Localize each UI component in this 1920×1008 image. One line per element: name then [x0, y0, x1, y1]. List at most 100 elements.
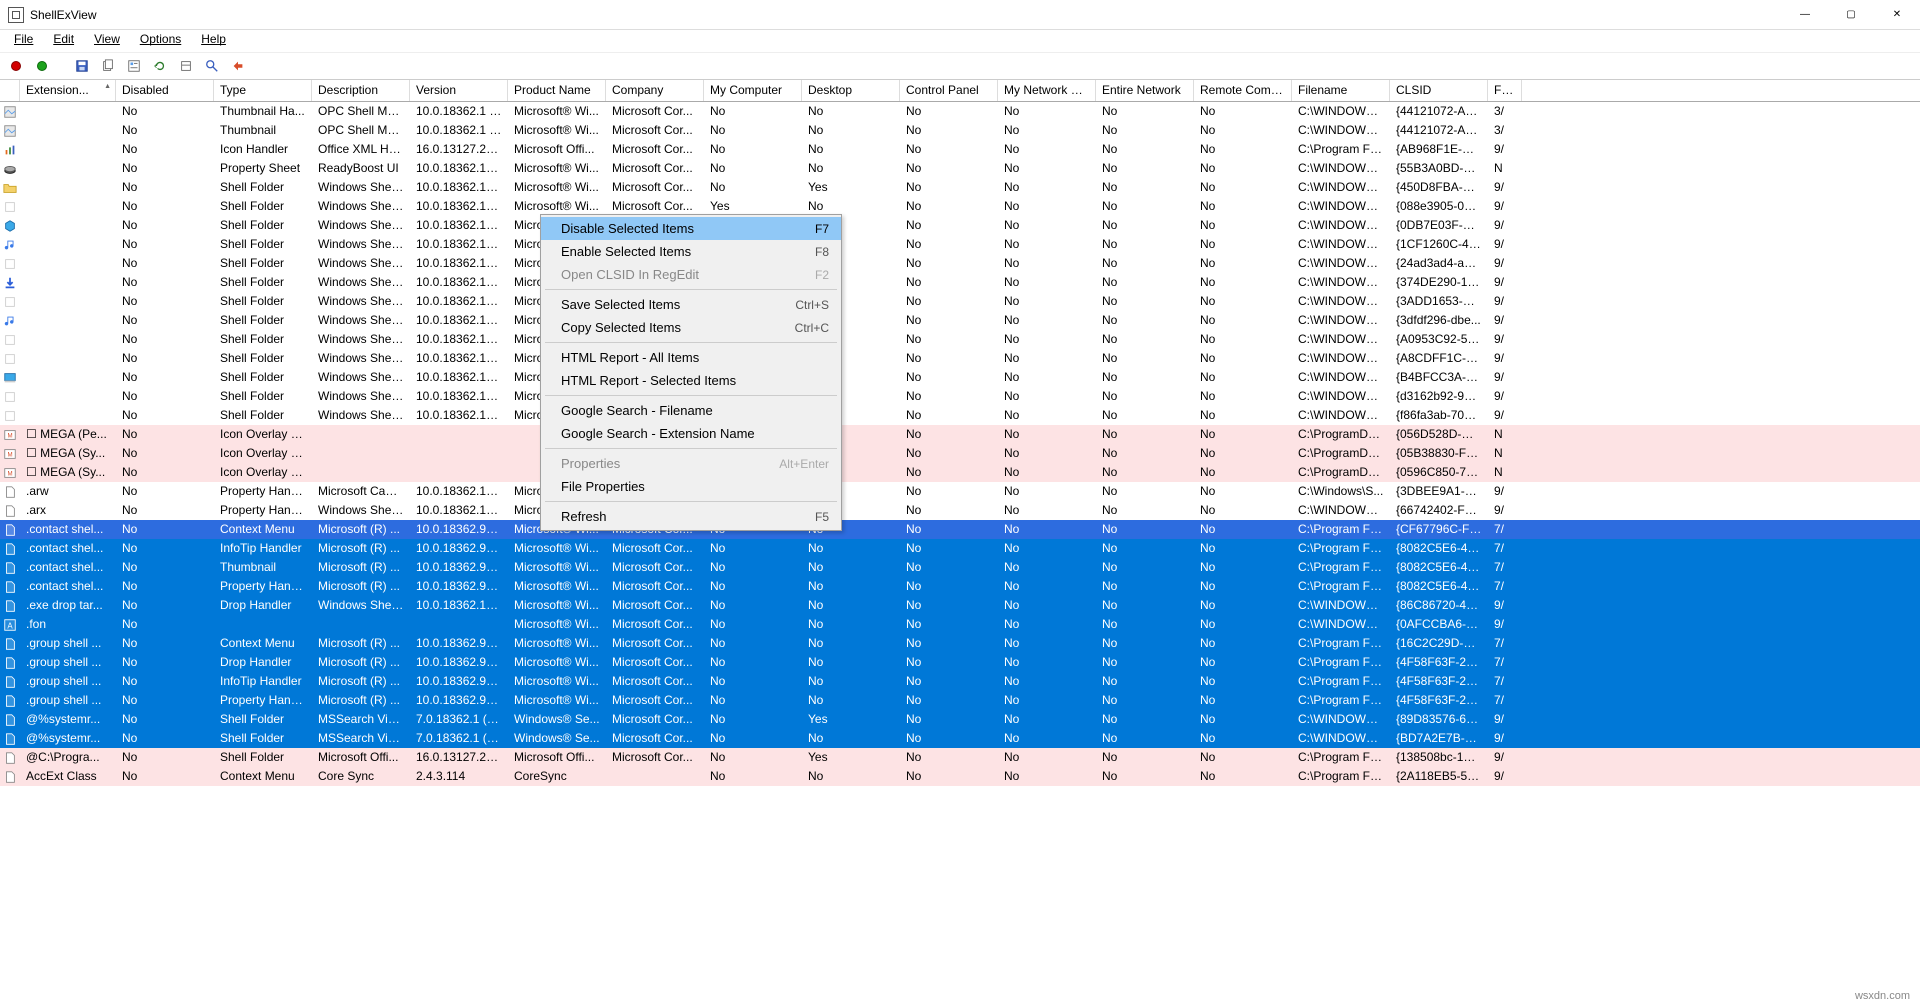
cell: C:\ProgramDa... [1292, 425, 1390, 444]
table-row[interactable]: NoProperty SheetReadyBoost UI10.0.18362.… [0, 159, 1920, 178]
context-menu-item[interactable]: Enable Selected ItemsF8 [541, 240, 841, 263]
table-row[interactable]: @%systemr...NoShell FolderMSSearch Vist.… [0, 729, 1920, 748]
table-row[interactable]: NoShell FolderWindows Shell...10.0.18362… [0, 387, 1920, 406]
column-header[interactable]: Fil... [1488, 80, 1522, 101]
table-row[interactable]: @%systemr...NoShell FolderMSSearch Vist.… [0, 710, 1920, 729]
cell: No [900, 577, 998, 596]
table-row[interactable]: AccExt ClassNoContext MenuCore Sync2.4.3… [0, 767, 1920, 786]
cell: No [1096, 102, 1194, 121]
save-tool-button[interactable] [72, 56, 92, 76]
context-menu-item[interactable]: Google Search - Extension Name [541, 422, 841, 445]
column-header[interactable]: Version [410, 80, 508, 101]
column-header[interactable]: My Computer [704, 80, 802, 101]
table-row[interactable]: NoShell FolderWindows Shell...10.0.18362… [0, 254, 1920, 273]
cell: C:\WINDOWS\... [1292, 311, 1390, 330]
table-row[interactable]: .exe drop tar...NoDrop HandlerWindows Sh… [0, 596, 1920, 615]
table-row[interactable]: .contact shel...NoProperty Hand...Micros… [0, 577, 1920, 596]
table-row[interactable]: NoShell FolderWindows Shell...10.0.18362… [0, 197, 1920, 216]
cell: 7/ [1488, 539, 1522, 558]
table-row[interactable]: NoShell FolderWindows Shell...10.0.18362… [0, 311, 1920, 330]
menu-help[interactable]: Help [193, 30, 234, 52]
table-row[interactable]: .contact shel...NoInfoTip HandlerMicroso… [0, 539, 1920, 558]
column-header[interactable]: Control Panel [900, 80, 998, 101]
menu-file[interactable]: File [6, 30, 41, 52]
cell: {3dfdf296-dbe... [1390, 311, 1488, 330]
cell: 10.0.18362.107... [410, 311, 508, 330]
table-row[interactable]: .arxNoProperty Hand...Windows Shell...10… [0, 501, 1920, 520]
cell: C:\WINDOWS\... [1292, 197, 1390, 216]
table-row[interactable]: NoShell FolderWindows Shell...10.0.18362… [0, 349, 1920, 368]
properties-tool-button[interactable] [124, 56, 144, 76]
column-header[interactable]: Description [312, 80, 410, 101]
cell: No [116, 235, 214, 254]
enable-tool-button[interactable] [32, 56, 52, 76]
table-row[interactable]: NoIcon HandlerOffice XML Ha...16.0.13127… [0, 140, 1920, 159]
table-row[interactable]: NoShell FolderWindows Shell...10.0.18362… [0, 292, 1920, 311]
context-menu-item[interactable]: File Properties [541, 475, 841, 498]
search-tool-button[interactable] [202, 56, 222, 76]
export-tool-button[interactable] [228, 56, 248, 76]
table-row[interactable]: A.fonNoMicrosoft® Wi...Microsoft Cor...N… [0, 615, 1920, 634]
column-header[interactable]: Company [606, 80, 704, 101]
copy-tool-button[interactable] [98, 56, 118, 76]
cell: {3DBEE9A1-C4... [1390, 482, 1488, 501]
table-row[interactable]: M☐ MEGA (Sy...NoIcon Overlay H...NoNoNoN… [0, 463, 1920, 482]
cell: No [1194, 273, 1292, 292]
column-header[interactable]: Desktop [802, 80, 900, 101]
disable-tool-button[interactable] [6, 56, 26, 76]
context-menu-item[interactable]: HTML Report - Selected Items [541, 369, 841, 392]
context-menu-item[interactable]: Google Search - Filename [541, 399, 841, 422]
column-header[interactable]: Disabled [116, 80, 214, 101]
context-menu-separator [545, 501, 837, 502]
context-menu-item[interactable]: Copy Selected ItemsCtrl+C [541, 316, 841, 339]
options-tool-button[interactable] [176, 56, 196, 76]
menu-edit[interactable]: Edit [45, 30, 82, 52]
column-header[interactable]: Extension... [20, 80, 116, 101]
context-menu-item[interactable]: RefreshF5 [541, 505, 841, 528]
cell: {16C2C29D-0E... [1390, 634, 1488, 653]
table-row[interactable]: NoShell FolderWindows Shell...10.0.18362… [0, 178, 1920, 197]
menu-options[interactable]: Options [132, 30, 189, 52]
maximize-button[interactable]: ▢ [1828, 0, 1874, 30]
column-header[interactable]: Filename [1292, 80, 1390, 101]
cell: No [116, 672, 214, 691]
close-button[interactable]: ✕ [1874, 0, 1920, 30]
table-row[interactable]: M☐ MEGA (Pe...NoIcon Overlay H...NoNoNoN… [0, 425, 1920, 444]
column-header[interactable]: Type [214, 80, 312, 101]
table-row[interactable]: NoShell FolderWindows Shell...10.0.18362… [0, 368, 1920, 387]
context-menu-item[interactable]: Save Selected ItemsCtrl+S [541, 293, 841, 316]
cell: No [1194, 710, 1292, 729]
column-header[interactable]: Product Name [508, 80, 606, 101]
cell: {0DB7E03F-FC... [1390, 216, 1488, 235]
column-header[interactable]: Remote Comp... [1194, 80, 1292, 101]
icon-column-header[interactable] [0, 80, 20, 101]
table-row[interactable]: .contact shel...NoContext MenuMicrosoft … [0, 520, 1920, 539]
table-row[interactable]: .group shell ...NoInfoTip HandlerMicroso… [0, 672, 1920, 691]
table-row[interactable]: .group shell ...NoProperty Hand...Micros… [0, 691, 1920, 710]
table-row[interactable]: NoThumbnail Ha...OPC Shell Met...10.0.18… [0, 102, 1920, 121]
column-header[interactable]: My Network Pl... [998, 80, 1096, 101]
table-row[interactable]: .group shell ...NoDrop HandlerMicrosoft … [0, 653, 1920, 672]
table-row[interactable]: NoShell FolderWindows Shell...10.0.18362… [0, 216, 1920, 235]
refresh-tool-button[interactable] [150, 56, 170, 76]
table-row[interactable]: NoShell FolderWindows Shell...10.0.18362… [0, 273, 1920, 292]
context-menu-item[interactable]: HTML Report - All Items [541, 346, 841, 369]
menu-view[interactable]: View [86, 30, 128, 52]
table-row[interactable]: M☐ MEGA (Sy...NoIcon Overlay H...NoNoNoN… [0, 444, 1920, 463]
context-menu-item[interactable]: Disable Selected ItemsF7 [541, 217, 841, 240]
cell: No [116, 596, 214, 615]
minimize-button[interactable]: — [1782, 0, 1828, 30]
table-row[interactable]: @C:\Progra...NoShell FolderMicrosoft Off… [0, 748, 1920, 767]
cell: {138508bc-1e0... [1390, 748, 1488, 767]
table-row[interactable]: .group shell ...NoContext MenuMicrosoft … [0, 634, 1920, 653]
column-header[interactable]: CLSID [1390, 80, 1488, 101]
table-row[interactable]: .arwNoProperty Hand...Microsoft Cam...10… [0, 482, 1920, 501]
table-row[interactable]: NoShell FolderWindows Shell...10.0.18362… [0, 406, 1920, 425]
table-row[interactable]: NoThumbnailOPC Shell Met...10.0.18362.1 … [0, 121, 1920, 140]
table-row[interactable]: .contact shel...NoThumbnailMicrosoft (R)… [0, 558, 1920, 577]
cell [410, 463, 508, 482]
column-header[interactable]: Entire Network [1096, 80, 1194, 101]
table-row[interactable]: NoShell FolderWindows Shell...10.0.18362… [0, 330, 1920, 349]
cell: Shell Folder [214, 710, 312, 729]
table-row[interactable]: NoShell FolderWindows Shell...10.0.18362… [0, 235, 1920, 254]
